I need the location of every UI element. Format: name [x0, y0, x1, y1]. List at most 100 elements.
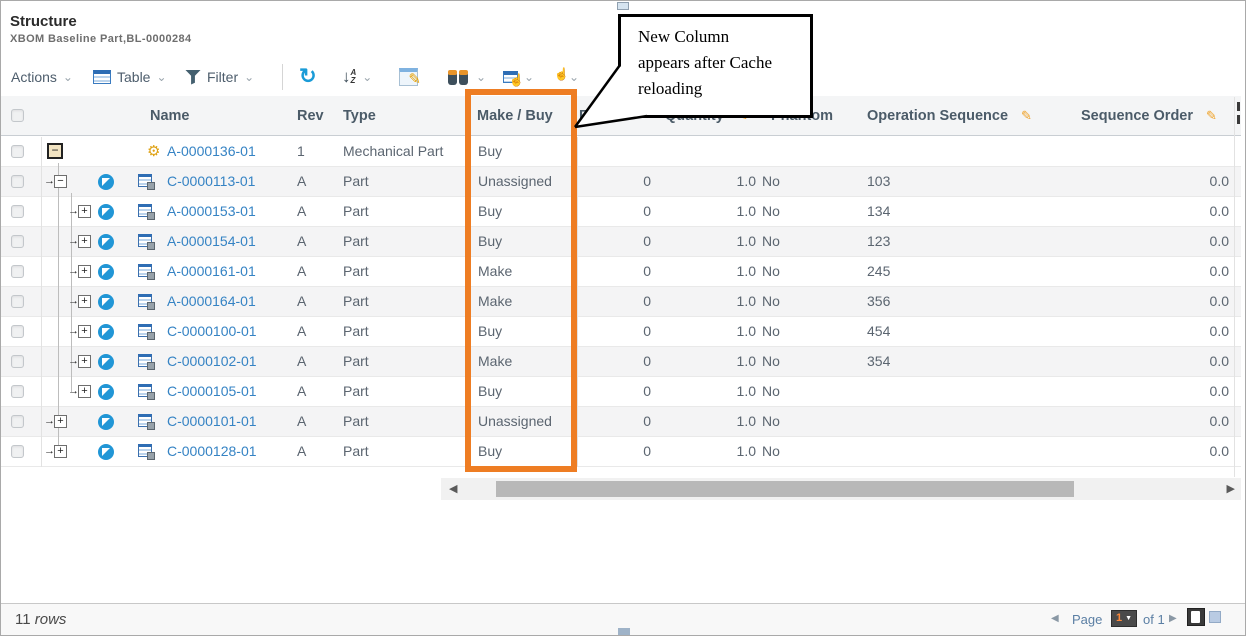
- table-row[interactable]: → + ⚙ A-0000164-01 A Part Make 0 1.0 No …: [1, 287, 1241, 317]
- sequence-order-cell: 0.0: [1129, 437, 1229, 466]
- expand-toggle[interactable]: −: [47, 143, 63, 159]
- expand-toggle[interactable]: +: [78, 205, 91, 218]
- row-checkbox[interactable]: [11, 445, 24, 458]
- refresh-icon: ↻: [299, 67, 317, 87]
- fn-cell: 0: [571, 287, 651, 316]
- name-link[interactable]: A-0000153-01: [167, 197, 256, 226]
- rows-count: 11 rows: [15, 611, 66, 628]
- name-link[interactable]: C-0000105-01: [167, 377, 257, 406]
- scroll-left-arrow[interactable]: ◀: [449, 482, 457, 495]
- table-row[interactable]: → + ⚙ A-0000154-01 A Part Buy 0 1.0 No 1…: [1, 227, 1241, 257]
- rev-cell: A: [297, 227, 306, 256]
- row-checkbox[interactable]: [11, 205, 24, 218]
- column-header-operation-sequence[interactable]: Operation Sequence ✎: [867, 96, 1032, 135]
- expand-toggle[interactable]: +: [78, 295, 91, 308]
- actions-menu-button[interactable]: Actions ⌄: [11, 58, 73, 96]
- quantity-cell: 1.0: [676, 317, 756, 346]
- edit-pencil-icon[interactable]: ✎: [1021, 108, 1032, 124]
- sort-arrow-icon: ↓: [342, 67, 351, 87]
- sort-az-icon: ↓ AZ: [342, 67, 356, 87]
- column-header-rev[interactable]: Rev: [297, 96, 324, 135]
- table-menu-button[interactable]: Table ⌄: [93, 58, 167, 96]
- compact-view-button[interactable]: [1209, 611, 1221, 623]
- refresh-button[interactable]: ↻: [299, 58, 317, 96]
- page-number-value: 1: [1116, 613, 1122, 624]
- name-link[interactable]: C-0000113-01: [167, 167, 255, 196]
- expand-toggle[interactable]: +: [78, 265, 91, 278]
- revision-state-icon: [98, 444, 114, 460]
- name-link[interactable]: A-0000154-01: [167, 227, 256, 256]
- full-page-view-button[interactable]: [1187, 608, 1205, 626]
- selection-handle[interactable]: [617, 2, 629, 10]
- name-link[interactable]: C-0000101-01: [167, 407, 257, 436]
- table-row[interactable]: → + ⚙ A-0000153-01 A Part Buy 0 1.0 No 1…: [1, 197, 1241, 227]
- sequence-order-cell: 0.0: [1129, 287, 1229, 316]
- column-header-sequence-order[interactable]: Sequence Order ✎: [1081, 96, 1217, 135]
- table-row[interactable]: → + ⚙ C-0000100-01 A Part Buy 0 1.0 No 4…: [1, 317, 1241, 347]
- table-row[interactable]: → + ⚙ C-0000128-01 A Part Buy 0 1.0 No 0…: [1, 437, 1241, 467]
- fn-cell: 0: [571, 227, 651, 256]
- selection-handle[interactable]: [618, 628, 630, 635]
- expand-toggle[interactable]: −: [54, 175, 67, 188]
- row-checkbox[interactable]: [11, 355, 24, 368]
- hand-icon: ☝: [554, 67, 569, 81]
- table-label: Table: [117, 69, 150, 85]
- revision-state-icon: [98, 204, 114, 220]
- revision-state-icon: [98, 414, 114, 430]
- column-header-type[interactable]: Type: [343, 96, 376, 135]
- edit-pencil-icon[interactable]: ✎: [1206, 108, 1217, 124]
- row-checkbox[interactable]: [11, 145, 24, 158]
- filter-label: Filter: [207, 69, 238, 85]
- expand-toggle[interactable]: +: [78, 235, 91, 248]
- scrollbar-thumb[interactable]: [496, 481, 1074, 497]
- expand-toggle[interactable]: +: [78, 325, 91, 338]
- expand-toggle[interactable]: +: [78, 385, 91, 398]
- sort-button[interactable]: ↓ AZ ⌄: [342, 58, 372, 96]
- callout-line: New Column: [638, 24, 806, 50]
- object-select-button[interactable]: ☝ ⌄: [563, 58, 579, 96]
- scroll-right-arrow[interactable]: ▶: [1227, 482, 1235, 495]
- select-all-checkbox[interactable]: [11, 109, 24, 122]
- table-row[interactable]: → − ⚙ C-0000113-01 A Part Unassigned 0 1…: [1, 167, 1241, 197]
- table-row[interactable]: → + ⚙ C-0000105-01 A Part Buy 0 1.0 No 0…: [1, 377, 1241, 407]
- name-link[interactable]: A-0000161-01: [167, 257, 256, 286]
- part-icon: [138, 354, 155, 370]
- row-checkbox[interactable]: [11, 235, 24, 248]
- row-checkbox[interactable]: [11, 325, 24, 338]
- row-checkbox[interactable]: [11, 175, 24, 188]
- make-buy-cell: Buy: [478, 317, 502, 346]
- name-link[interactable]: A-0000164-01: [167, 287, 256, 316]
- previous-page-arrow[interactable]: ◀: [1051, 613, 1059, 624]
- table-row[interactable]: → − ⚙ A-0000136-01 1 Mechanical Part Buy: [1, 137, 1241, 167]
- name-link[interactable]: C-0000102-01: [167, 347, 257, 376]
- column-header-make-buy[interactable]: Make / Buy: [477, 96, 553, 135]
- column-divider: [41, 137, 42, 467]
- fn-cell: 0: [571, 437, 651, 466]
- column-header-name[interactable]: Name: [150, 96, 190, 135]
- callout-box: New Column appears after Cache reloading: [618, 14, 813, 118]
- filter-icon: [185, 70, 201, 85]
- filter-menu-button[interactable]: Filter ⌄: [185, 58, 254, 96]
- horizontal-scrollbar[interactable]: ◀ ▶: [441, 478, 1241, 500]
- expand-toggle[interactable]: +: [78, 355, 91, 368]
- row-checkbox[interactable]: [11, 385, 24, 398]
- name-link[interactable]: C-0000128-01: [167, 437, 257, 466]
- sequence-order-cell: 0.0: [1129, 377, 1229, 406]
- expand-toggle[interactable]: +: [54, 415, 67, 428]
- search-button[interactable]: ⌄: [447, 58, 486, 96]
- row-checkbox[interactable]: [11, 415, 24, 428]
- expand-toggle[interactable]: +: [54, 445, 67, 458]
- page-number-dropdown[interactable]: 1 ▼: [1111, 610, 1137, 627]
- table-row[interactable]: → + ⚙ C-0000101-01 A Part Unassigned 0 1…: [1, 407, 1241, 437]
- name-link[interactable]: A-0000136-01: [167, 137, 256, 166]
- mass-edit-button[interactable]: ✎: [399, 58, 418, 96]
- name-link[interactable]: C-0000100-01: [167, 317, 257, 346]
- table-select-button[interactable]: ☝ ⌄: [503, 58, 534, 96]
- type-cell: Part: [343, 437, 369, 466]
- row-checkbox[interactable]: [11, 265, 24, 278]
- table-row[interactable]: → + ⚙ C-0000102-01 A Part Make 0 1.0 No …: [1, 347, 1241, 377]
- next-page-arrow[interactable]: ▶: [1169, 613, 1177, 624]
- row-checkbox[interactable]: [11, 295, 24, 308]
- column-divider: [577, 137, 578, 467]
- table-row[interactable]: → + ⚙ A-0000161-01 A Part Make 0 1.0 No …: [1, 257, 1241, 287]
